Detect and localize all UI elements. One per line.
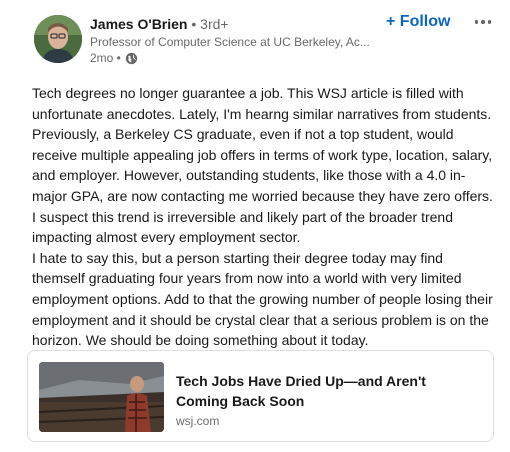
post-meta: 2mo • [90, 51, 138, 65]
article-preview[interactable]: Tech Jobs Have Dried Up—and Aren't Comin… [27, 350, 494, 442]
feed-post: James O'Brien • 3rd+ Professor of Comput… [0, 0, 510, 452]
article-source: wsj.com [176, 414, 220, 428]
author-name-text[interactable]: James O'Brien [90, 16, 188, 32]
more-dot [481, 20, 485, 24]
more-dot [487, 20, 492, 24]
post-paragraph: Tech degrees no longer guarantee a job. … [32, 85, 493, 246]
author-avatar[interactable] [34, 15, 82, 63]
article-title[interactable]: Tech Jobs Have Dried Up—and Aren't Comin… [176, 371, 481, 411]
more-horizontal-icon [474, 20, 479, 24]
globe-icon [125, 52, 138, 65]
post-time: 2mo • [90, 51, 121, 65]
author-headline: Professor of Computer Science at UC Berk… [90, 35, 370, 49]
follow-button[interactable]: + Follow [386, 13, 450, 31]
post-text: Tech degrees no longer guarantee a job. … [32, 83, 496, 351]
author-name[interactable]: James O'Brien • 3rd+ [90, 16, 229, 32]
article-thumbnail[interactable] [39, 362, 164, 432]
connection-degree: • 3rd+ [187, 16, 229, 32]
post-paragraph: I hate to say this, but a person startin… [32, 249, 493, 349]
more-options-button[interactable] [470, 12, 496, 32]
